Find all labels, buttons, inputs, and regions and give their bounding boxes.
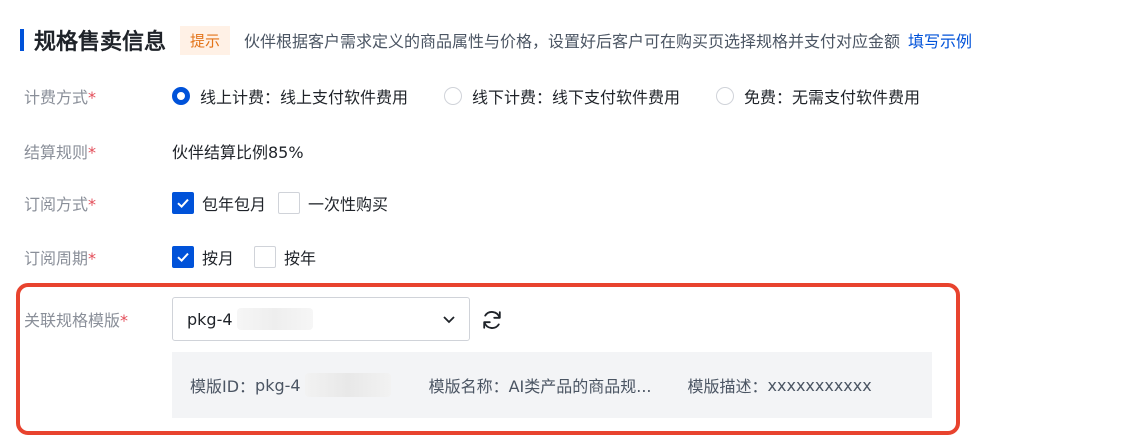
template-name-item: 模版名称： AI类产品的商品规... (429, 373, 652, 397)
checkbox-unchecked[interactable] (278, 192, 301, 214)
radio-unchecked-icon[interactable] (444, 87, 463, 105)
subscription-period-row: 订阅周期* 按月 按年 (24, 242, 328, 272)
checkbox-checked[interactable] (172, 246, 194, 268)
redacted-blur (236, 308, 313, 330)
radio-checked-icon[interactable] (172, 87, 190, 105)
radio-unchecked-icon[interactable] (716, 87, 735, 105)
required-mark: * (88, 143, 97, 162)
settlement-value: 伙伴结算比例85% (172, 143, 304, 162)
section-header: 规格售卖信息 提示 伙伴根据客户需求定义的商品属性与价格，设置好后客户可在购买页… (20, 24, 972, 56)
billing-radio-group: 线上计费：线上支付软件费用 线下计费：线下支付软件费用 免费：无需支付软件费用 (172, 84, 956, 108)
required-mark: * (88, 249, 97, 268)
settlement-row: 结算规则* 伙伴结算比例85% (24, 136, 304, 166)
billing-option-online[interactable]: 线上计费：线上支付软件费用 (172, 84, 408, 108)
required-mark: * (88, 195, 97, 214)
required-mark: * (88, 88, 97, 107)
subscription-option-one-time-label: 一次性购买 (308, 195, 389, 214)
subscription-period-group: 按月 按年 (172, 245, 328, 269)
billing-option-free[interactable]: 免费：无需支付软件费用 (716, 84, 920, 108)
example-link[interactable]: 填写示例 (908, 28, 972, 52)
template-id-label: 模版ID： (190, 377, 256, 396)
period-option-yearly[interactable]: 按年 (254, 245, 316, 269)
template-label: 关联规格模版* (24, 311, 129, 330)
subscription-period-label: 订阅周期* (24, 249, 97, 268)
template-desc-label: 模版描述： (687, 377, 768, 396)
template-desc-value: xxxxxxxxxxx (767, 375, 872, 395)
period-option-monthly[interactable]: 按月 (172, 245, 234, 269)
period-option-yearly-label: 按年 (284, 249, 317, 268)
template-select-value: pkg-4 (187, 309, 233, 329)
template-name-value: AI类产品的商品规... (508, 377, 652, 396)
subscription-option-yearly-monthly[interactable]: 包年包月 (172, 191, 266, 215)
billing-row: 计费方式* 线上计费：线上支付软件费用 线下计费：线下支付软件费用 免费：无需支… (24, 81, 956, 111)
subscription-method-label: 订阅方式* (24, 195, 97, 214)
template-select[interactable]: pkg-4 (172, 297, 470, 341)
billing-option-free-label: 免费：无需支付软件费用 (744, 88, 921, 107)
chevron-down-icon[interactable] (441, 311, 457, 327)
billing-label: 计费方式* (24, 88, 97, 107)
billing-option-online-label: 线上计费：线上支付软件费用 (200, 88, 409, 107)
checkmark-icon (177, 252, 189, 263)
subscription-option-one-time[interactable]: 一次性购买 (278, 191, 388, 215)
section-title: 规格售卖信息 (34, 30, 167, 55)
template-info-panel: 模版ID： pkg-4 模版名称： AI类产品的商品规... 模版描述： xxx… (172, 352, 932, 418)
checkmark-icon (177, 198, 189, 209)
template-name-label: 模版名称： (428, 377, 509, 396)
subscription-method-row: 订阅方式* 包年包月 一次性购买 (24, 188, 400, 218)
redacted-blur (304, 373, 391, 397)
settlement-label: 结算规则* (24, 143, 97, 162)
template-id-item: 模版ID： pkg-4 (190, 373, 391, 397)
required-mark: * (120, 311, 129, 330)
refresh-icon[interactable] (480, 308, 504, 332)
billing-option-offline[interactable]: 线下计费：线下支付软件费用 (444, 84, 680, 108)
period-option-monthly-label: 按月 (202, 249, 235, 268)
subscription-method-group: 包年包月 一次性购买 (172, 191, 400, 215)
template-id-value: pkg-4 (255, 375, 301, 395)
checkbox-unchecked[interactable] (254, 246, 277, 268)
tip-badge: 提示 (180, 25, 231, 55)
billing-option-offline-label: 线下计费：线下支付软件费用 (472, 88, 681, 107)
title-accent-bar (20, 29, 24, 51)
tip-text: 伙伴根据客户需求定义的商品属性与价格，设置好后客户可在购买页选择规格并支付对应金… (244, 32, 901, 51)
subscription-option-yearly-monthly-label: 包年包月 (202, 195, 267, 214)
checkbox-checked[interactable] (172, 192, 194, 214)
template-desc-item: 模版描述： xxxxxxxxxxx (688, 373, 872, 397)
